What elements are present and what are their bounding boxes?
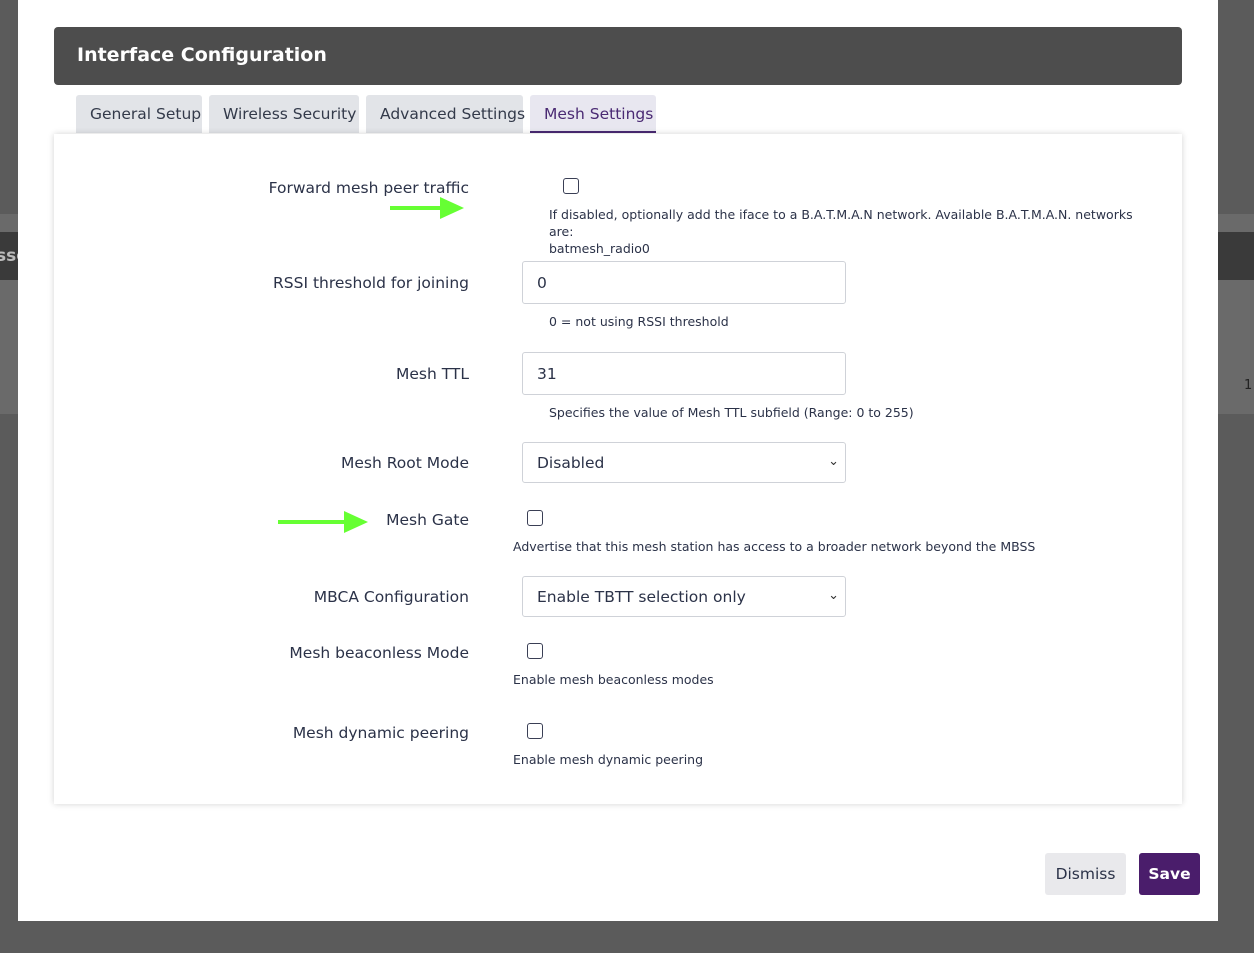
chevron-down-icon: ⌄: [828, 454, 839, 469]
mbca-label: MBCA Configuration: [313, 588, 469, 606]
mesh-ttl-input[interactable]: 31: [522, 352, 846, 395]
mesh-settings-panel: Forward mesh peer traffic If disabled, o…: [54, 134, 1182, 804]
forward-mesh-help: If disabled, optionally add the iface to…: [549, 206, 1149, 257]
modal-title: Interface Configuration: [54, 27, 1182, 85]
chevron-down-icon: ⌄: [828, 588, 839, 603]
beaconless-help: Enable mesh beaconless modes: [513, 672, 714, 687]
beaconless-label: Mesh beaconless Mode: [289, 644, 469, 662]
tab-mesh-settings[interactable]: Mesh Settings: [530, 95, 656, 133]
forward-mesh-label: Forward mesh peer traffic: [268, 179, 469, 197]
interface-configuration-modal: Interface Configuration General Setup Wi…: [18, 0, 1218, 921]
rssi-input[interactable]: 0: [522, 261, 846, 304]
root-mode-value: Disabled: [537, 454, 605, 472]
beaconless-checkbox[interactable]: [527, 643, 543, 659]
forward-mesh-help-line2: batmesh_radio0: [549, 241, 650, 256]
mesh-gate-help: Advertise that this mesh station has acc…: [513, 539, 1036, 554]
root-mode-label: Mesh Root Mode: [340, 454, 469, 472]
dismiss-button[interactable]: Dismiss: [1045, 853, 1126, 895]
mesh-ttl-help: Specifies the value of Mesh TTL subfield…: [549, 405, 914, 420]
save-button[interactable]: Save: [1139, 853, 1200, 895]
rssi-help: 0 = not using RSSI threshold: [549, 314, 729, 329]
mbca-select[interactable]: Enable TBTT selection only ⌄: [522, 576, 846, 617]
annotation-arrow-icon: [390, 197, 465, 219]
dynamic-peering-checkbox[interactable]: [527, 723, 543, 739]
annotation-arrow-icon: [278, 511, 370, 533]
dynamic-peering-help: Enable mesh dynamic peering: [513, 752, 704, 767]
mesh-ttl-label: Mesh TTL: [395, 365, 469, 383]
mesh-gate-checkbox[interactable]: [527, 510, 543, 526]
forward-mesh-checkbox[interactable]: [563, 178, 579, 194]
tab-advanced-settings[interactable]: Advanced Settings: [366, 95, 525, 133]
rssi-label: RSSI threshold for joining: [273, 274, 469, 292]
dynamic-peering-label: Mesh dynamic peering: [292, 724, 469, 742]
mbca-value: Enable TBTT selection only: [537, 588, 746, 606]
background-text-fragment-right: 1: [1244, 378, 1253, 393]
tab-wireless-security[interactable]: Wireless Security: [209, 95, 359, 133]
root-mode-select[interactable]: Disabled ⌄: [522, 442, 846, 483]
forward-mesh-help-line1: If disabled, optionally add the iface to…: [549, 207, 1133, 239]
mesh-gate-label: Mesh Gate: [386, 511, 469, 529]
tab-general-setup[interactable]: General Setup: [76, 95, 202, 133]
